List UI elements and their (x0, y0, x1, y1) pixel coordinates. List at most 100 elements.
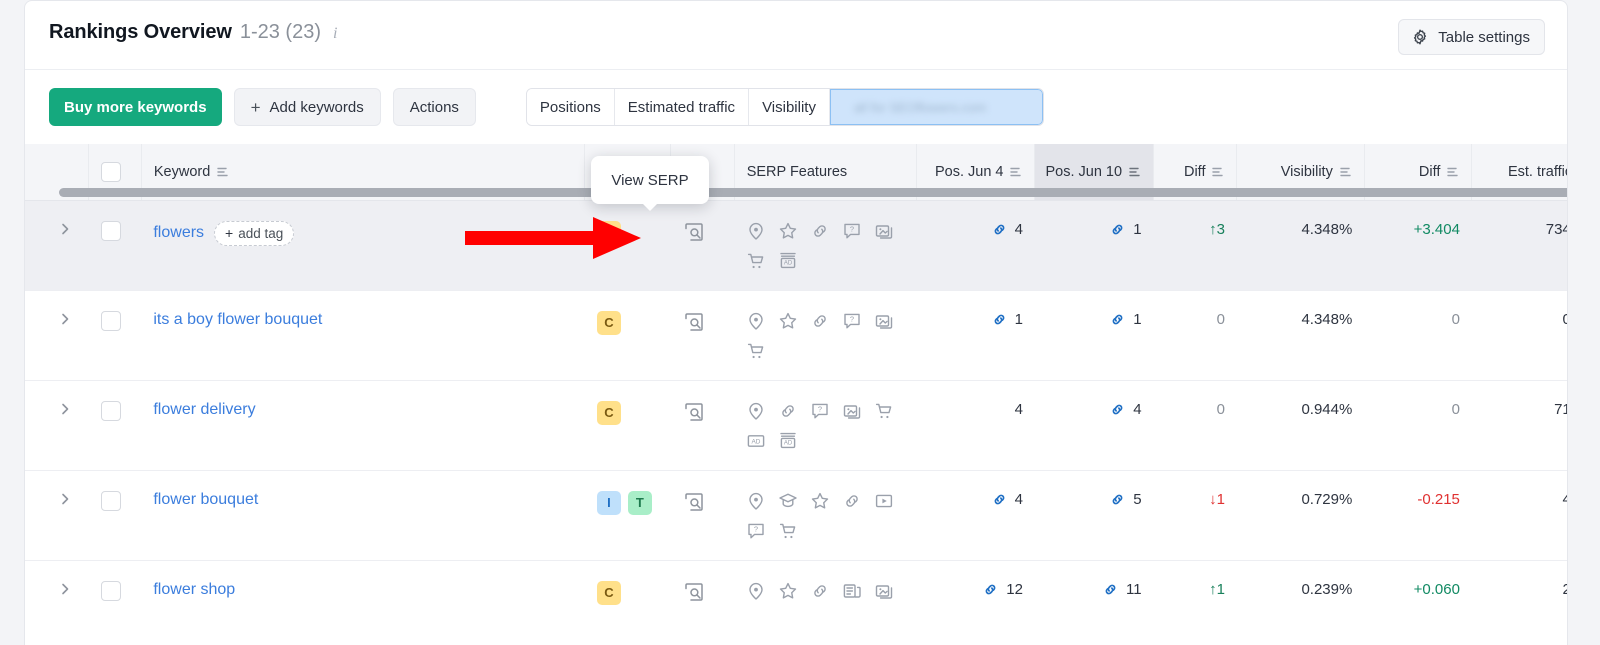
th-diff-visibility[interactable]: Diff (1364, 144, 1473, 201)
reviews-icon (779, 582, 797, 599)
title-count: 1-23 (23) (239, 21, 321, 43)
row-expand-cell (25, 200, 89, 291)
news-icon (843, 583, 861, 598)
faq-icon: ? (844, 313, 860, 328)
diff-visibility-cell-value: -0.215 (1417, 490, 1460, 508)
knowledge-icon (779, 493, 797, 507)
view-serp-button[interactable] (683, 221, 705, 243)
diff-visibility-cell-value: +0.060 (1413, 580, 1460, 598)
intent-cell: C (584, 380, 671, 471)
keyword-cell: flower shop (141, 560, 585, 645)
row-checkbox[interactable] (100, 310, 121, 331)
th-pos-jun-10[interactable]: Pos. Jun 10 (1034, 144, 1155, 201)
segment-estimated-traffic[interactable]: Estimated traffic (614, 89, 750, 125)
est-traffic-cell: 4.88 (1471, 470, 1567, 561)
serp-link-icon[interactable] (1102, 581, 1119, 598)
serp-link-icon[interactable] (1109, 491, 1126, 508)
est-traffic-value: 4.88 (1562, 491, 1567, 508)
serp-link-icon[interactable] (1109, 401, 1126, 418)
diff-position-cell: ↓1 (1153, 470, 1237, 561)
row-checkbox[interactable] (100, 490, 121, 511)
serp-link-icon[interactable] (991, 311, 1008, 328)
sort-icon (217, 168, 228, 177)
row-select-cell (88, 380, 142, 471)
serp-link-icon[interactable] (1109, 221, 1126, 238)
pos-jun-10-cell: 4 (1034, 380, 1154, 471)
svg-text:?: ? (850, 314, 854, 323)
actions-button[interactable]: Actions (392, 88, 476, 126)
serp-link-icon[interactable] (991, 491, 1008, 508)
th-diff-position[interactable]: Diff (1153, 144, 1238, 201)
diff-position-cell-value: ↑3 (1209, 220, 1225, 238)
table-row[interactable]: flower delivery C ? AD AD 4 4 0 0.944% 0 7… (25, 380, 1567, 471)
keyword-link[interactable]: its a boy flower bouquet (153, 311, 322, 329)
table-row[interactable]: flower shop C 12 11 ↑1 0.239% +0.060 2.9… (25, 560, 1567, 645)
info-icon[interactable]: i (333, 25, 337, 43)
th-pos-jun-10-label: Pos. Jun 10 (1045, 163, 1123, 180)
expand-chevron-icon[interactable] (57, 581, 73, 597)
view-serp-cell (670, 200, 735, 291)
serp-features-cell: ? (734, 470, 917, 561)
view-serp-cell (670, 290, 735, 381)
diff-visibility-cell: 0 (1364, 290, 1472, 381)
buy-more-keywords-button[interactable]: Buy more keywords (49, 88, 222, 126)
serp-link-icon[interactable] (982, 581, 999, 598)
serp-features-cell: ? (734, 290, 917, 381)
est-traffic-value: 734.06 (1545, 220, 1567, 238)
row-checkbox[interactable] (100, 580, 121, 601)
image-pack-icon (875, 584, 893, 599)
pos-jun-10-value: 4 (1133, 400, 1142, 418)
table-scroll-area[interactable]: Keyword Intent SERP Features Pos. Jun 4 (25, 144, 1567, 645)
row-checkbox[interactable] (100, 400, 121, 421)
view-serp-button[interactable] (683, 491, 705, 513)
intent-badge-C[interactable]: C (596, 310, 621, 335)
th-est-traffic[interactable]: Est. traffic (1471, 144, 1567, 201)
th-pos-jun-4[interactable]: Pos. Jun 4 (916, 144, 1036, 201)
th-keyword[interactable]: Keyword (141, 144, 586, 201)
plus-icon: + (250, 97, 261, 117)
visibility-cell: 0.239% (1236, 560, 1365, 645)
add-keywords-button[interactable]: + Add keywords (233, 88, 381, 126)
keyword-link[interactable]: flowers (153, 224, 204, 242)
segment-domain-selected[interactable]: all for SEOflowers.com (829, 89, 1043, 125)
page-title: Rankings Overview 1-23 (23) i (49, 21, 337, 44)
table-settings-label: Table settings (1438, 28, 1530, 46)
th-visibility[interactable]: Visibility (1236, 144, 1365, 201)
expand-chevron-icon[interactable] (57, 491, 73, 507)
view-mode-segmented-control: Positions Estimated traffic Visibility a… (525, 88, 1044, 126)
view-serp-button[interactable] (683, 311, 705, 333)
rankings-overview-card: Rankings Overview 1-23 (23) i Table sett… (24, 0, 1568, 645)
diff-position-cell-value: ↑1 (1209, 580, 1225, 598)
table-settings-button[interactable]: Table settings (1398, 19, 1545, 55)
view-serp-button[interactable] (683, 401, 705, 423)
intent-badge-T[interactable]: T (627, 490, 652, 515)
expand-chevron-icon[interactable] (57, 221, 73, 237)
th-keyword-label: Keyword (153, 163, 211, 180)
intent-badge-C[interactable]: C (596, 580, 621, 605)
select-all-checkbox[interactable] (101, 161, 122, 182)
table-row[interactable]: its a boy flower bouquet C ? 1 1 0 4.348… (25, 290, 1567, 381)
view-serp-button[interactable] (683, 581, 705, 603)
video-icon (876, 494, 893, 507)
serp-link-icon[interactable] (1109, 311, 1126, 328)
gear-icon (1414, 29, 1427, 45)
segment-visibility[interactable]: Visibility (749, 89, 830, 125)
pos-jun-4-cell: 4 (916, 200, 1035, 291)
table-row[interactable]: flower bouquet IT ? 4 5 ↓1 0.729% -0.215… (25, 470, 1567, 561)
intent-badge-C[interactable]: C (596, 400, 621, 425)
keyword-link[interactable]: flower delivery (153, 401, 255, 419)
add-tag-button[interactable]: + add tag (214, 220, 295, 246)
pos-jun-4-value: 4 (1014, 490, 1023, 508)
expand-chevron-icon[interactable] (57, 311, 73, 327)
diff-visibility-cell-value: 0 (1451, 310, 1460, 328)
keyword-link[interactable]: flower bouquet (153, 491, 258, 509)
rankings-overview-page: Rankings Overview 1-23 (23) i Table sett… (0, 0, 1600, 645)
row-checkbox[interactable] (100, 220, 121, 241)
expand-chevron-icon[interactable] (57, 401, 73, 417)
local-pack-icon (749, 582, 763, 600)
intent-badge-I[interactable]: I (596, 490, 621, 515)
keyword-link[interactable]: flower shop (153, 581, 235, 599)
segment-positions[interactable]: Positions (526, 89, 615, 125)
serp-link-icon[interactable] (991, 221, 1008, 238)
table-row[interactable]: flowers+add tag C ?AD 4 1 ↑3 4.348% +3.4… (25, 200, 1567, 291)
